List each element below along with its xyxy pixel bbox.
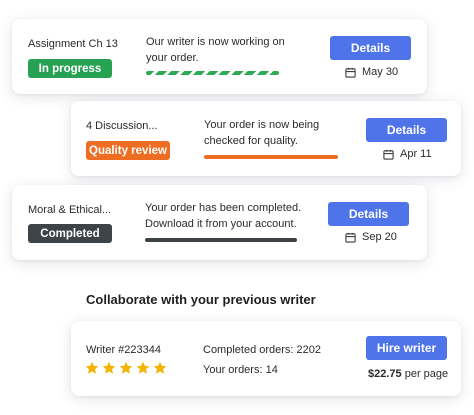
date-label: May 30: [362, 66, 399, 78]
star-icon: [102, 361, 116, 374]
due-date: May 30: [345, 66, 398, 78]
status-badge: Completed: [28, 224, 112, 243]
progress-bar: [145, 238, 297, 242]
order-message: Our writer is now working on your order.: [146, 36, 285, 64]
date-label: Sep 20: [362, 231, 397, 243]
calendar-icon: [345, 67, 356, 78]
progress-bar: [204, 155, 338, 159]
order-name: Moral & Ethical...: [28, 204, 112, 216]
details-button[interactable]: Details: [328, 202, 409, 226]
status-badge: Quality review: [86, 141, 170, 160]
order-message: Your order has been completed. Download …: [145, 202, 302, 230]
due-date: Sep 20: [345, 231, 397, 243]
price-unit: per page: [404, 368, 449, 380]
due-date: Apr 11: [383, 148, 432, 160]
order-card: Moral & Ethical... Completed Your order …: [12, 185, 427, 260]
rating-stars: [85, 361, 167, 375]
price-value: $22.75: [368, 368, 402, 380]
date-label: Apr 11: [400, 148, 432, 160]
progress-bar: [146, 71, 279, 75]
collaborate-heading: Collaborate with your previous writer: [86, 292, 316, 307]
star-icon: [85, 361, 99, 374]
star-icon: [136, 361, 150, 374]
writer-card: Writer #223344 Completed orders: 2202 Yo…: [71, 321, 461, 396]
calendar-icon: [383, 149, 394, 160]
hire-writer-button[interactable]: Hire writer: [366, 336, 447, 360]
details-button[interactable]: Details: [330, 36, 411, 60]
completed-orders: Completed orders: 2202: [203, 344, 322, 356]
writer-id: Writer #223344: [86, 344, 162, 356]
star-icon: [153, 361, 167, 374]
order-message: Your order is now being checked for qual…: [204, 119, 320, 147]
details-button[interactable]: Details: [366, 118, 447, 142]
star-icon: [119, 361, 133, 374]
calendar-icon: [345, 232, 356, 243]
status-badge: In progress: [28, 59, 112, 78]
order-name: 4 Discussion...: [86, 120, 158, 132]
order-name: Assignment Ch 13: [28, 38, 118, 50]
price-per-page: $22.75 per page: [368, 368, 448, 380]
order-card: 4 Discussion... Quality review Your orde…: [71, 101, 461, 176]
order-card: Assignment Ch 13 In progress Our writer …: [12, 19, 427, 94]
your-orders: Your orders: 14: [203, 364, 278, 376]
